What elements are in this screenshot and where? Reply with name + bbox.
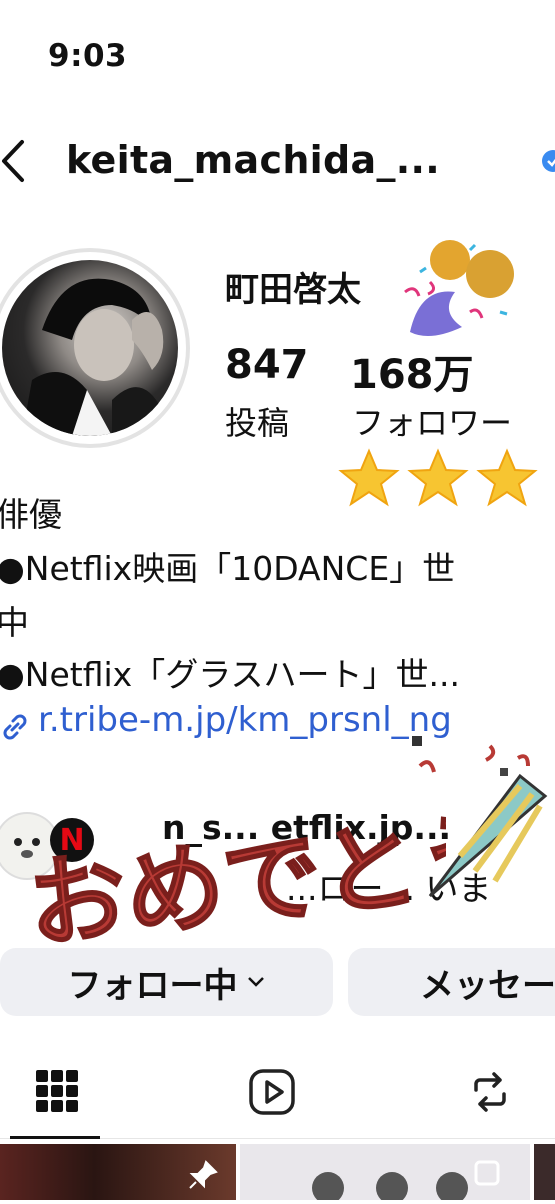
following-label: フォロー中 (67, 965, 238, 1006)
posts-count: 847 (225, 342, 309, 388)
grid-icon[interactable] (36, 1070, 78, 1112)
svg-text:おめでとう: おめでとう (23, 799, 446, 960)
profile-link[interactable]: r.tribe-m.jp/km_prsnl_ng (38, 700, 452, 740)
post-thumbnail[interactable] (534, 1144, 555, 1200)
omedetou-sticker: おめでとう (16, 770, 523, 965)
followers-label[interactable]: フォロワー (352, 398, 512, 444)
post-thumbnail[interactable] (240, 1144, 530, 1204)
link-icon (0, 712, 30, 742)
active-tab-indicator (10, 1136, 100, 1139)
followers-count[interactable]: 168万 (350, 342, 474, 400)
reposts-icon[interactable] (468, 1070, 512, 1114)
bio-line-2: ●Netflix映画「10DANCE」世 (0, 549, 456, 588)
following-button[interactable]: フォロー中 (0, 948, 333, 1016)
post-thumbnail[interactable] (0, 1144, 236, 1200)
bio-line-3: 中 (0, 603, 29, 642)
reels-icon[interactable] (248, 1068, 296, 1116)
back-arrow-icon[interactable] (0, 138, 40, 184)
avatar[interactable] (2, 260, 178, 436)
pin-icon (186, 1158, 220, 1192)
party-hat-sticker (400, 736, 550, 906)
bio-line-1: 俳優 (0, 495, 62, 534)
verified-badge-icon (540, 148, 555, 174)
message-label: メッセー (420, 965, 555, 1006)
profile-username: keita_machida_... (66, 138, 440, 182)
profile-full-name: 町田啓太 (225, 270, 361, 310)
stars-sticker (334, 447, 544, 509)
party-popper-sticker (400, 232, 522, 342)
status-time: 9:03 (48, 38, 128, 74)
posts-label: 投稿 (225, 404, 290, 442)
chevron-down-icon (246, 975, 266, 989)
message-button[interactable]: メッセー (348, 948, 555, 1016)
bio-line-4: ●Netflix「グラスハート」世... (0, 655, 461, 694)
